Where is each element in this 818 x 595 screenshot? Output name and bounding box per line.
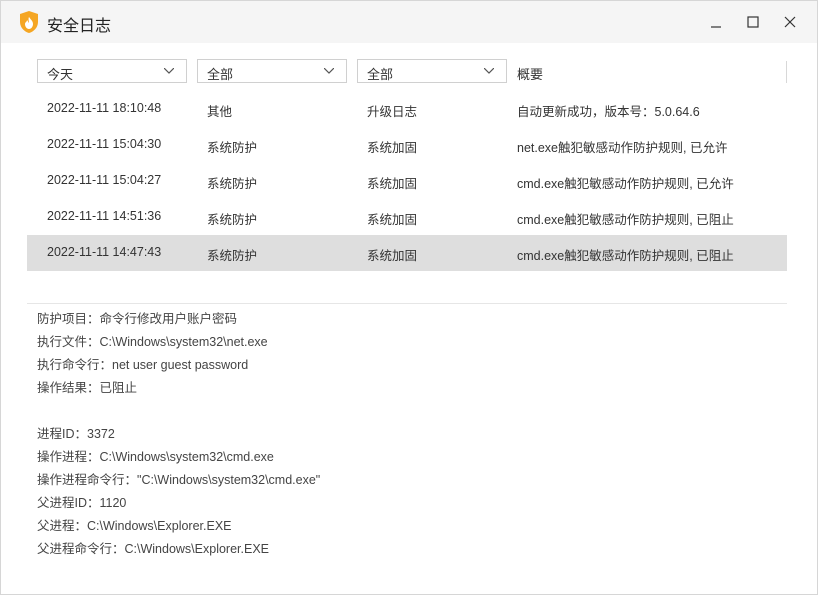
minimize-icon: [711, 26, 721, 28]
table-row[interactable]: 2022-11-11 14:51:36 系统防护 系统加固 cmd.exe触犯敏…: [27, 199, 787, 235]
log-category: 系统防护: [207, 141, 258, 155]
type-filter-value: 全部: [367, 67, 394, 82]
type-filter-dropdown[interactable]: 全部: [357, 59, 507, 83]
log-type: 系统加固: [367, 213, 418, 227]
time-filter-dropdown[interactable]: 今天: [37, 59, 187, 83]
log-type: 系统加固: [367, 249, 418, 263]
table-row[interactable]: 2022-11-11 18:10:48 其他 升级日志 自动更新成功，版本号：5…: [27, 91, 787, 127]
security-log-window: 安全日志 今天 全部 全部 概要 2022-11-11 18:10:48 其他 …: [0, 0, 818, 595]
log-summary: net.exe触犯敏感动作防护规则, 已允许: [517, 141, 728, 155]
maximize-icon: [747, 16, 759, 28]
close-button[interactable]: [777, 9, 803, 35]
log-category: 其他: [207, 105, 233, 119]
detail-op-process: 操作进程：C:\Windows\system32\cmd.exe: [37, 450, 274, 464]
detail-op-cmd: 操作进程命令行："C:\Windows\system32\cmd.exe": [37, 473, 321, 487]
detail-exec-cmd: 执行命令行：net user guest password: [37, 358, 249, 372]
log-time: 2022-11-11 14:47:43: [47, 245, 162, 259]
log-summary: cmd.exe触犯敏感动作防护规则, 已允许: [517, 177, 734, 191]
maximize-button[interactable]: [740, 9, 766, 35]
detail-result: 操作结果：已阻止: [37, 381, 138, 395]
log-category: 系统防护: [207, 249, 258, 263]
table-row[interactable]: 2022-11-11 15:04:30 系统防护 系统加固 net.exe触犯敏…: [27, 127, 787, 163]
log-type: 系统加固: [367, 141, 418, 155]
shield-flame-icon: [18, 10, 40, 34]
detail-spacer: [37, 402, 777, 425]
category-filter-value: 全部: [207, 67, 234, 82]
chevron-down-icon: [164, 68, 174, 74]
log-time: 2022-11-11 18:10:48: [47, 101, 162, 115]
filter-header-row: 今天 全部 全部 概要: [27, 55, 787, 91]
minimize-button[interactable]: [703, 9, 729, 35]
detail-parent: 父进程：C:\Windows\Explorer.EXE: [37, 519, 232, 533]
log-table: 2022-11-11 18:10:48 其他 升级日志 自动更新成功，版本号：5…: [27, 91, 787, 271]
log-category: 系统防护: [207, 177, 258, 191]
column-divider[interactable]: [786, 61, 787, 83]
close-icon: [784, 16, 796, 28]
log-category: 系统防护: [207, 213, 258, 227]
log-summary: cmd.exe触犯敏感动作防护规则, 已阻止: [517, 213, 734, 227]
chevron-down-icon: [484, 68, 494, 74]
window-title: 安全日志: [47, 18, 112, 35]
time-filter-value: 今天: [47, 67, 74, 82]
log-type: 系统加固: [367, 177, 418, 191]
detail-exec-file: 执行文件：C:\Windows\system32\net.exe: [37, 335, 268, 349]
detail-pid: 进程ID：3372: [37, 427, 115, 441]
detail-parent-cmd: 父进程命令行：C:\Windows\Explorer.EXE: [37, 542, 269, 556]
log-summary: 自动更新成功，版本号：5.0.64.6: [517, 105, 700, 119]
summary-column-header: 概要: [517, 67, 544, 82]
log-time: 2022-11-11 14:51:36: [47, 209, 162, 223]
table-row[interactable]: 2022-11-11 15:04:27 系统防护 系统加固 cmd.exe触犯敏…: [27, 163, 787, 199]
section-divider: [27, 303, 787, 304]
table-row-selected[interactable]: 2022-11-11 14:47:43 系统防护 系统加固 cmd.exe触犯敏…: [27, 235, 787, 271]
log-type: 升级日志: [367, 105, 418, 119]
detail-protect-item: 防护项目：命令行修改用户账户密码: [37, 312, 238, 326]
log-details-panel: 防护项目：命令行修改用户账户密码 执行文件：C:\Windows\system3…: [37, 310, 777, 563]
title-bar[interactable]: 安全日志: [1, 1, 817, 43]
detail-ppid: 父进程ID：1120: [37, 496, 127, 510]
log-time: 2022-11-11 15:04:27: [47, 173, 162, 187]
category-filter-dropdown[interactable]: 全部: [197, 59, 347, 83]
log-summary: cmd.exe触犯敏感动作防护规则, 已阻止: [517, 249, 734, 263]
log-time: 2022-11-11 15:04:30: [47, 137, 162, 151]
chevron-down-icon: [324, 68, 334, 74]
